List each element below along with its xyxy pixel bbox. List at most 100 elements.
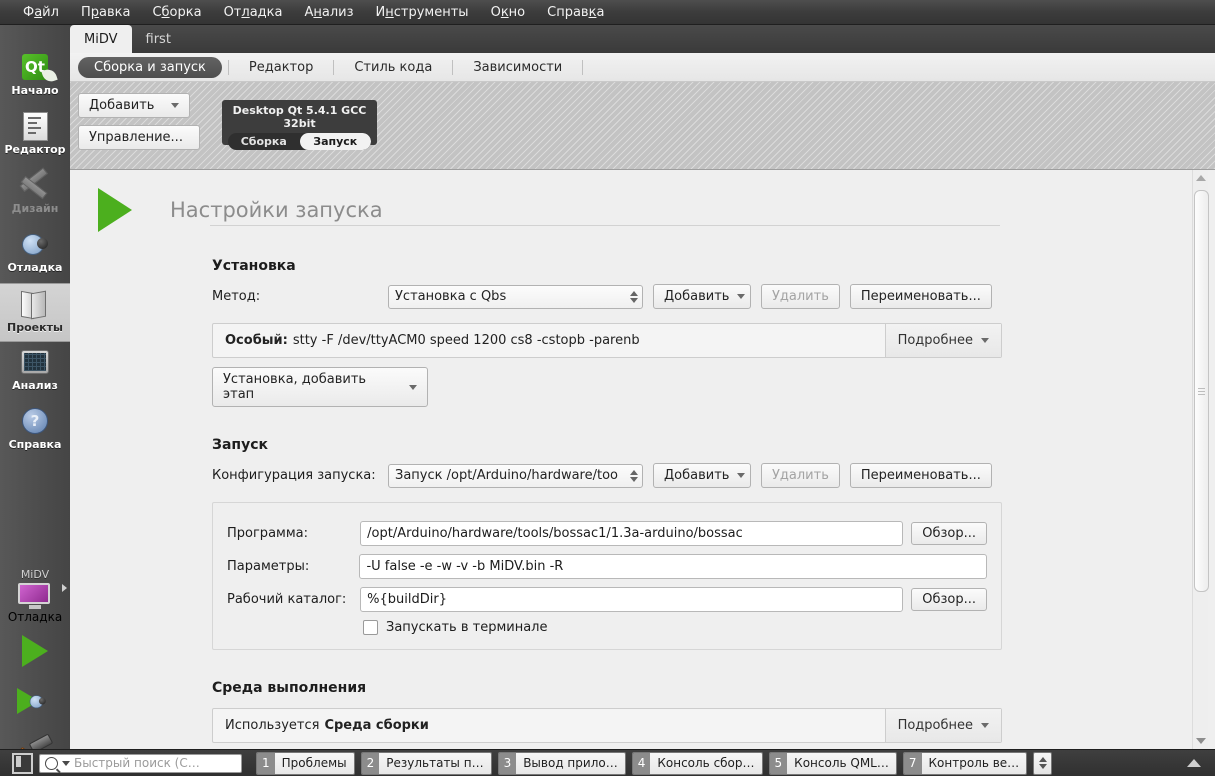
sidebar-item-label: Дизайн xyxy=(11,202,59,215)
deploy-add-step-button[interactable]: Установка, добавить этап xyxy=(212,367,428,407)
project-tab-first[interactable]: first xyxy=(132,25,185,53)
project-tab-midv[interactable]: MiDV xyxy=(70,25,132,53)
pane-label: Результаты п… xyxy=(379,752,491,774)
kit-card-desktop-qt[interactable]: Desktop Qt 5.4.1 GCC 32bit Сборка Запуск xyxy=(222,100,377,150)
menu-item-analyze[interactable]: Анализ xyxy=(293,3,364,22)
tab-code-style[interactable]: Стиль кода xyxy=(340,57,446,78)
spinner-icon[interactable] xyxy=(630,290,638,303)
scrollbar-thumb[interactable] xyxy=(1194,190,1209,592)
search-icon xyxy=(45,756,58,770)
tab-editor[interactable]: Редактор xyxy=(235,57,327,78)
sidebar-item-projects[interactable]: Проекты xyxy=(0,283,70,342)
output-pane-issues[interactable]: 1 Проблемы xyxy=(256,751,355,775)
scroll-up-arrow-icon[interactable] xyxy=(1196,175,1206,181)
environment-summary-row: Используется Среда сборки Подробнее xyxy=(212,708,1002,743)
deploy-step-details-button[interactable]: Подробнее xyxy=(884,324,1001,357)
tab-build-and-run[interactable]: Сборка и запуск xyxy=(78,56,222,78)
status-bar: Быстрый поиск (С… 1 Проблемы 2 Результат… xyxy=(0,749,1215,776)
menu-item-debug[interactable]: Отладка xyxy=(213,3,294,22)
show-output-pane-arrow-icon[interactable] xyxy=(1187,759,1201,767)
kit-card-segments: Сборка Запуск xyxy=(228,133,371,150)
environment-section-title: Среда выполнения xyxy=(212,680,367,696)
output-pane-version-control[interactable]: 7 Контроль ве… xyxy=(902,751,1028,775)
arguments-row: Параметры: -U false -e -w -v -b MiDV.bin… xyxy=(227,554,987,579)
scroll-down-arrow-icon[interactable] xyxy=(1196,738,1206,744)
arguments-input[interactable]: -U false -e -w -v -b MiDV.bin -R xyxy=(359,554,987,579)
program-browse-button[interactable]: Обзор... xyxy=(911,522,987,545)
output-pane-application-output[interactable]: 3 Вывод прило… xyxy=(497,751,626,775)
sidebar-item-design[interactable]: Дизайн xyxy=(0,165,70,224)
tab-dependencies[interactable]: Зависимости xyxy=(459,57,576,78)
menu-item-build[interactable]: Сборка xyxy=(141,3,212,22)
sidebar-item-welcome[interactable]: Qt Начало xyxy=(0,47,70,106)
run-rename-button[interactable]: Переименовать... xyxy=(849,463,992,488)
run-in-terminal-checkbox[interactable] xyxy=(363,620,378,635)
output-pane-compile-output[interactable]: 4 Консоль сбор… xyxy=(631,751,763,775)
pane-number: 5 xyxy=(769,752,788,774)
manage-kits-button[interactable]: Управление... xyxy=(78,125,200,150)
add-kit-label: Добавить xyxy=(89,98,155,113)
environment-details-button[interactable]: Подробнее xyxy=(884,709,1001,742)
menu-item-tools[interactable]: Инструменты xyxy=(365,3,480,22)
add-kit-button[interactable]: Добавить xyxy=(78,93,190,118)
pane-label: Консоль QML… xyxy=(787,752,896,774)
output-pane-stepper[interactable] xyxy=(1033,751,1053,775)
run-remove-label: Удалить xyxy=(772,468,829,483)
run-in-terminal-label: Запускать в терминале xyxy=(386,620,547,635)
deploy-step-details-label: Подробнее xyxy=(897,333,973,348)
content-vertical-scrollbar[interactable] xyxy=(1192,170,1209,749)
run-button[interactable] xyxy=(0,626,70,676)
deploy-method-value: Установка с Qbs xyxy=(395,289,507,304)
run-rename-label: Переименовать... xyxy=(860,468,981,483)
qt-logo-icon: Qt xyxy=(19,51,51,83)
workdir-browse-button[interactable]: Обзор... xyxy=(911,588,987,611)
toggle-sidebar-button[interactable] xyxy=(12,752,33,774)
kit-segment-run[interactable]: Запуск xyxy=(299,133,371,150)
spinner-icon[interactable] xyxy=(630,469,638,482)
mode-list: Qt Начало Редактор Дизайн Отладка Проект… xyxy=(0,47,70,460)
output-pane-qml-console[interactable]: 5 Консоль QML… xyxy=(768,751,897,775)
workdir-row: Рабочий каталог: %{buildDir} Обзор... xyxy=(227,587,987,612)
pane-number: 2 xyxy=(361,752,380,774)
help-question-icon: ? xyxy=(19,405,51,437)
sidebar-item-analyze[interactable]: Анализ xyxy=(0,342,70,401)
run-in-terminal-text: Запускать в терминале xyxy=(386,620,548,635)
program-browse-label: Обзор... xyxy=(922,526,976,541)
menu-item-help[interactable]: Справка xyxy=(536,3,615,22)
deploy-method-combo[interactable]: Установка с Qbs xyxy=(388,284,643,309)
deploy-add-step-label: Установка, добавить этап xyxy=(223,372,367,402)
kit-segment-build[interactable]: Сборка xyxy=(228,133,300,150)
run-config-label: Конфигурация запуска: xyxy=(212,468,376,483)
workdir-input[interactable]: %{buildDir} xyxy=(360,587,904,612)
deploy-rename-button[interactable]: Переименовать... xyxy=(849,284,992,309)
kit-card-title: Desktop Qt 5.4.1 GCC 32bit xyxy=(232,104,367,130)
output-pane-search-results[interactable]: 2 Результаты п… xyxy=(360,751,492,775)
menu-item-edit[interactable]: Правка xyxy=(70,3,142,22)
kit-toolbar: Добавить Управление... Desktop Qt 5.4.1 … xyxy=(70,82,1215,170)
sidebar-item-label: Начало xyxy=(11,84,59,97)
chevron-down-icon xyxy=(409,384,417,390)
menu-item-file[interactable]: Файл xyxy=(12,3,70,22)
kit-selector-button[interactable]: MiDV Отладка xyxy=(0,568,70,626)
chevron-down-icon[interactable] xyxy=(62,760,70,766)
design-ruler-pencil-icon xyxy=(19,167,51,201)
sidebar-item-editor[interactable]: Редактор xyxy=(0,106,70,165)
page-title: Настройки запуска xyxy=(170,198,383,222)
program-input[interactable]: /opt/Arduino/hardware/tools/bossac1/1.3a… xyxy=(360,521,904,546)
run-config-combo[interactable]: Запуск /opt/Arduino/hardware/too xyxy=(388,463,643,488)
program-value: /opt/Arduino/hardware/tools/bossac1/1.3a… xyxy=(367,526,743,541)
menu-item-window[interactable]: Окно xyxy=(480,3,537,22)
workdir-value: %{buildDir} xyxy=(367,592,447,607)
quick-search-input[interactable]: Быстрый поиск (С… xyxy=(39,753,242,773)
sidebar-item-help[interactable]: ? Справка xyxy=(0,401,70,460)
deploy-add-button[interactable]: Добавить xyxy=(653,284,751,309)
pane-label: Контроль ве… xyxy=(921,752,1027,774)
pane-label: Вывод прило… xyxy=(516,752,625,774)
run-add-button[interactable]: Добавить xyxy=(653,463,751,488)
pane-number: 7 xyxy=(903,752,922,774)
sidebar-item-label: Проекты xyxy=(7,321,63,334)
debug-button[interactable] xyxy=(0,676,70,726)
pane-label: Проблемы xyxy=(274,752,354,774)
sidebar-item-debug[interactable]: Отладка xyxy=(0,224,70,283)
pane-label: Консоль сбор… xyxy=(650,752,762,774)
